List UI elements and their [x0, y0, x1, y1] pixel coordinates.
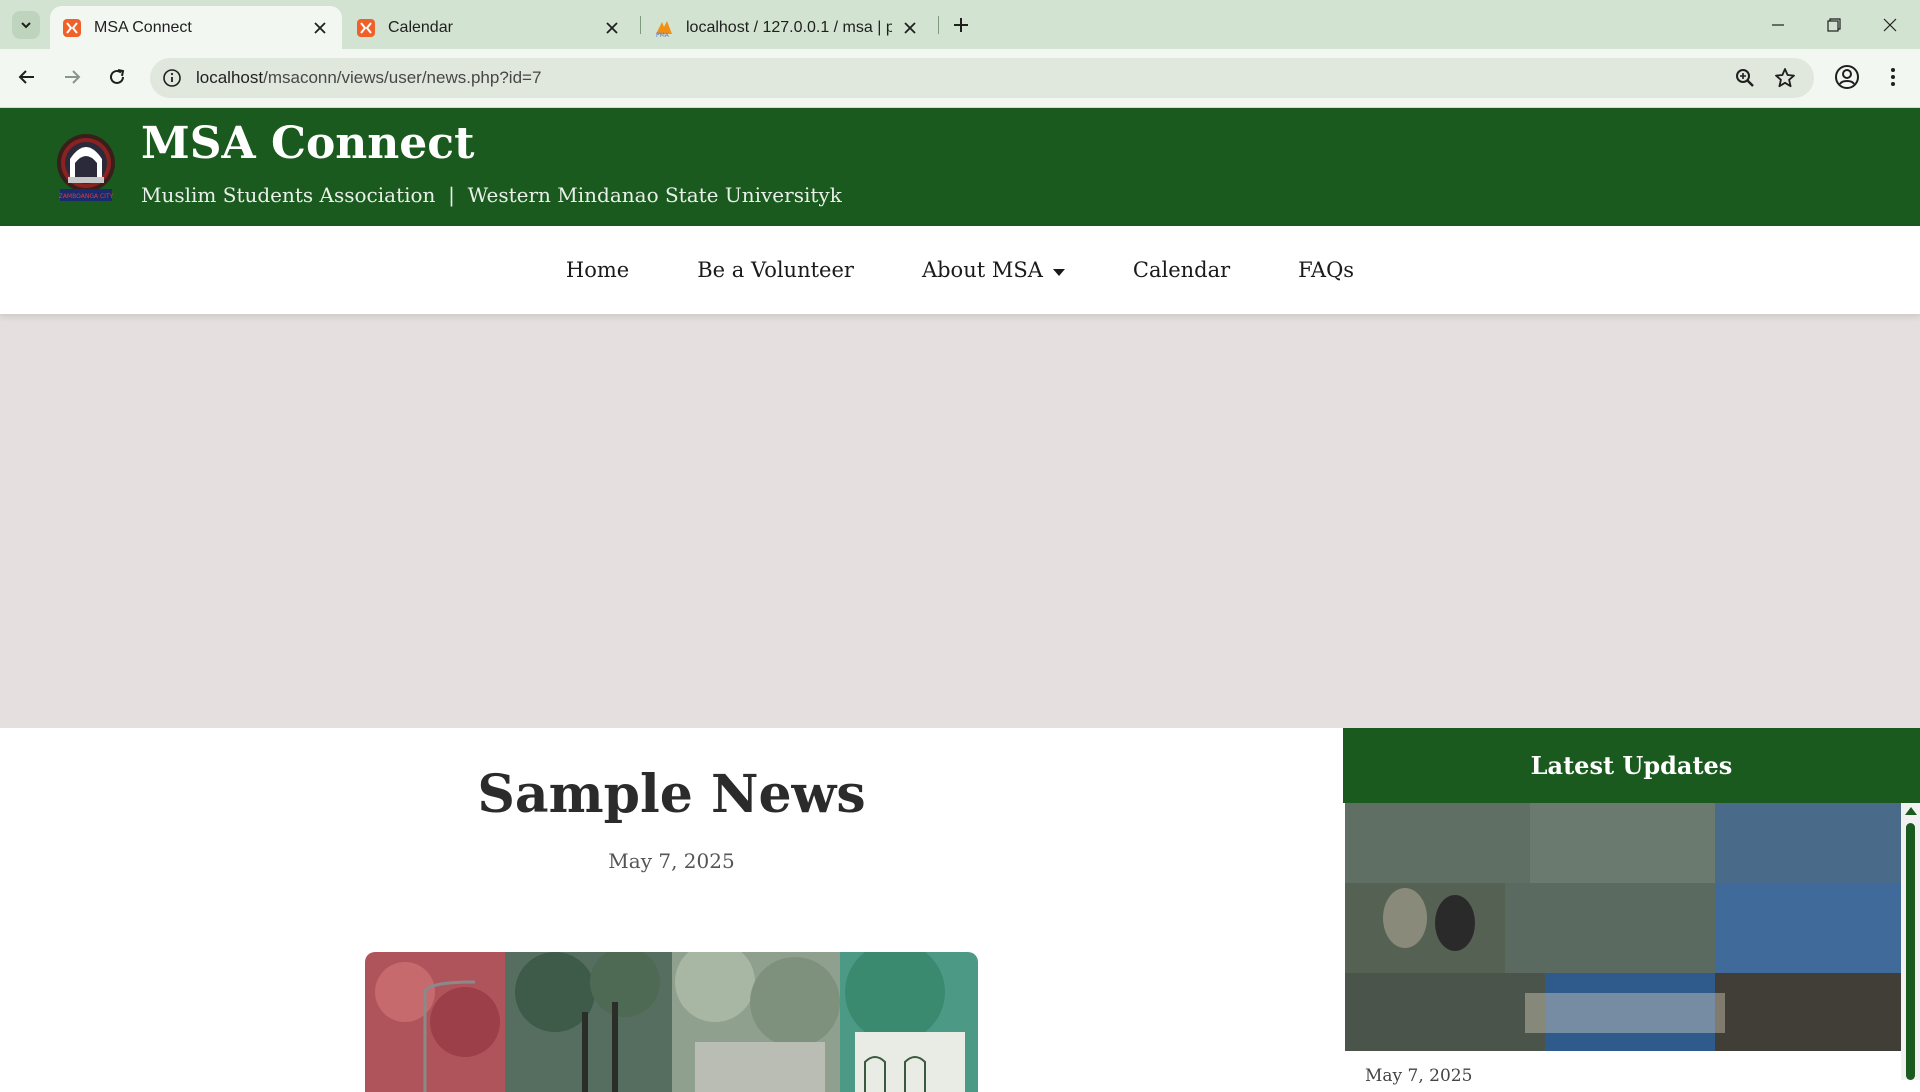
- more-vertical-icon: [1891, 68, 1895, 86]
- latest-updates-sidebar: Latest Updates May 7, 2025: [1343, 728, 1920, 1086]
- arrow-left-icon: [18, 70, 34, 84]
- tab-calendar[interactable]: Calendar: [344, 6, 634, 49]
- nav-faqs[interactable]: FAQs: [1264, 258, 1388, 282]
- plus-icon: [954, 18, 968, 32]
- tab-phpmyadmin[interactable]: PMA localhost / 127.0.0.1 / msa | php: [642, 6, 932, 49]
- tab-title: localhost / 127.0.0.1 / msa | php: [686, 18, 892, 36]
- msa-logo[interactable]: ZAMBOANGA CITY: [56, 129, 116, 205]
- back-button[interactable]: [11, 61, 43, 93]
- profile-icon[interactable]: [1834, 64, 1860, 90]
- close-icon[interactable]: [310, 18, 330, 38]
- sidebar-heading: Latest Updates: [1343, 728, 1920, 803]
- xampp-favicon-icon: [63, 18, 81, 37]
- hero-banner: [0, 314, 1920, 728]
- tab-separator: [640, 16, 641, 34]
- close-icon[interactable]: [602, 18, 622, 38]
- forward-button[interactable]: [56, 61, 88, 93]
- svg-text:PMA: PMA: [656, 32, 670, 38]
- main-navigation: Home Be a Volunteer About MSA Calendar F…: [0, 226, 1920, 314]
- browser-tabbar: MSA Connect Calendar PMA localhost / 127…: [0, 0, 1920, 49]
- logo-text: ZAMBOANGA CITY: [59, 193, 114, 200]
- xampp-favicon-icon: [357, 18, 375, 37]
- url-text[interactable]: localhost/msaconn/views/user/news.php?id…: [196, 68, 541, 88]
- arrow-right-icon: [65, 70, 81, 84]
- new-tab-button[interactable]: [948, 12, 974, 38]
- nav-about-msa-dropdown[interactable]: About MSA: [888, 258, 1099, 282]
- tab-title: Calendar: [388, 18, 453, 36]
- nav-be-a-volunteer[interactable]: Be a Volunteer: [663, 258, 888, 282]
- article-image: [365, 952, 978, 1092]
- news-article: Sample News May 7, 2025: [0, 728, 1343, 1092]
- sidebar-scrollbar[interactable]: [1901, 803, 1920, 1080]
- article-date: May 7, 2025: [608, 849, 735, 873]
- scrollbar-thumb[interactable]: [1906, 823, 1915, 1080]
- site-title[interactable]: MSA Connect: [141, 118, 474, 169]
- tab-search-button[interactable]: [12, 11, 40, 39]
- close-window-button[interactable]: [1862, 0, 1918, 49]
- chevron-down-icon: [21, 22, 31, 29]
- browser-toolbar: localhost/msaconn/views/user/news.php?id…: [0, 49, 1920, 108]
- caret-down-icon: [1052, 268, 1065, 276]
- reload-button[interactable]: [101, 61, 133, 93]
- browser-menu-button[interactable]: [1880, 64, 1906, 90]
- nav-calendar[interactable]: Calendar: [1099, 258, 1264, 282]
- zoom-icon[interactable]: [1734, 67, 1756, 89]
- nav-home-label: Home: [565, 258, 630, 282]
- address-bar[interactable]: localhost/msaconn/views/user/news.php?id…: [150, 58, 1814, 98]
- article-title: Sample News: [477, 764, 866, 825]
- latest-update-thumbnail[interactable]: [1345, 803, 1901, 1051]
- scroll-up-icon[interactable]: [1905, 807, 1917, 815]
- url-host: localhost: [196, 68, 264, 87]
- reload-icon: [110, 69, 125, 84]
- nav-about-label: About MSA: [921, 258, 1043, 282]
- site-header: ZAMBOANGA CITY MSA Connect Muslim Studen…: [0, 108, 1920, 226]
- close-icon[interactable]: [900, 18, 920, 38]
- nav-volunteer-label: Be a Volunteer: [697, 258, 854, 282]
- latest-update-date: May 7, 2025: [1365, 1066, 1473, 1086]
- nav-home[interactable]: Home: [532, 258, 663, 282]
- nav-faqs-label: FAQs: [1298, 258, 1355, 282]
- phpmyadmin-favicon-icon: PMA: [656, 20, 672, 38]
- restore-icon: [1827, 17, 1841, 32]
- bookmark-star-icon[interactable]: [1774, 67, 1796, 89]
- minimize-button[interactable]: [1750, 0, 1806, 49]
- minimize-icon: [1772, 23, 1784, 26]
- tab-title: MSA Connect: [94, 18, 192, 36]
- tab-msa-connect[interactable]: MSA Connect: [50, 6, 342, 49]
- tab-separator: [938, 16, 939, 34]
- restore-button[interactable]: [1806, 0, 1862, 49]
- url-path: /msaconn/views/user/news.php?id=7: [263, 68, 542, 87]
- info-icon[interactable]: [162, 68, 182, 88]
- nav-calendar-label: Calendar: [1132, 258, 1231, 282]
- site-subtitle: Muslim Students Association | Western Mi…: [141, 183, 842, 207]
- close-icon: [1883, 18, 1897, 31]
